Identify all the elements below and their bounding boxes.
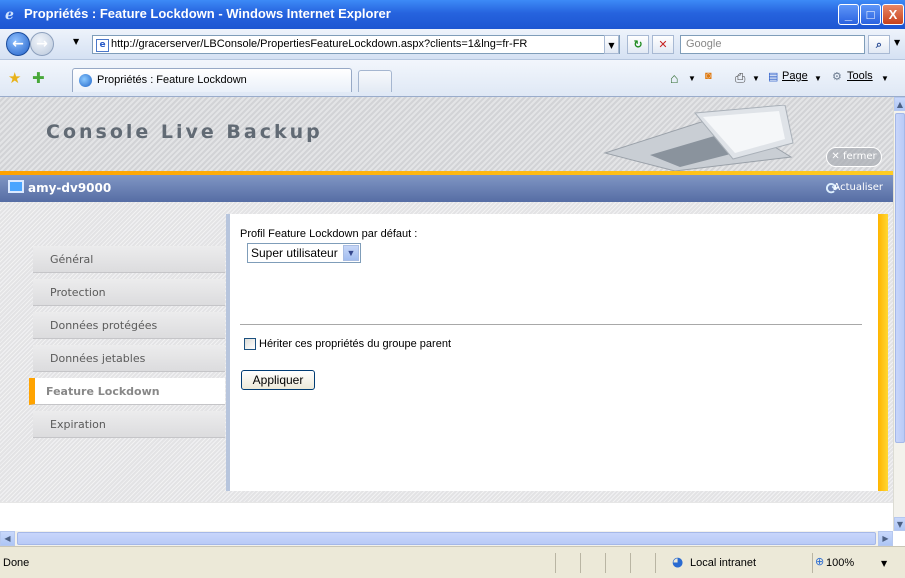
page-menu-icon: ▤	[768, 71, 779, 83]
settings-content: Profil Feature Lockdown par défaut : Sup…	[226, 214, 888, 491]
divider	[240, 324, 862, 325]
zoom-level[interactable]: 100%	[826, 557, 854, 569]
maximize-button[interactable]: □	[860, 4, 881, 25]
close-console-button[interactable]: ✕ fermer	[826, 147, 882, 167]
nav-item-feature-lockdown[interactable]: Feature Lockdown	[29, 378, 225, 405]
intranet-globe-icon: ◕	[672, 555, 684, 570]
feeds-icon[interactable]: ◙	[705, 70, 712, 82]
scroll-right-icon[interactable]: ▶	[878, 531, 893, 546]
scroll-up-icon[interactable]: ▲	[894, 97, 905, 111]
add-favorites-icon[interactable]: ✚	[32, 69, 45, 87]
machine-name: amy-dv9000	[28, 181, 112, 195]
nav-item-protected-data[interactable]: Données protégées	[33, 312, 225, 339]
chevron-down-icon: ▼	[343, 245, 359, 261]
print-dropdown-icon[interactable]: ▼	[752, 74, 760, 83]
content-accent-bar	[878, 214, 888, 491]
chevron-down-icon: ▼	[608, 41, 615, 50]
nav-item-general[interactable]: Général	[33, 246, 225, 273]
stop-button[interactable]: ✕	[652, 35, 674, 54]
nav-item-protection[interactable]: Protection	[33, 279, 225, 306]
vertical-scroll-thumb[interactable]	[895, 113, 905, 443]
profile-label: Profil Feature Lockdown par défaut :	[240, 228, 418, 240]
laptop-illustration	[603, 105, 794, 171]
tab-label: Propriétés : Feature Lockdown	[97, 74, 247, 86]
close-console-label: fermer	[842, 151, 877, 162]
forward-button[interactable]: →	[30, 32, 54, 56]
minimize-button[interactable]: _	[838, 4, 859, 25]
back-arrow-icon: ←	[12, 36, 24, 52]
page-menu[interactable]: Page	[782, 70, 808, 82]
status-separator	[630, 553, 631, 573]
zoom-icon: ⊕	[815, 555, 825, 568]
address-dropdown-button[interactable]: ▼	[604, 35, 619, 54]
machine-header: amy-dv9000 ⟳ Actualiser	[0, 175, 893, 202]
console-banner: Console Live Backup ✕ fermer	[0, 97, 893, 173]
stop-icon: ✕	[658, 38, 668, 51]
page-viewport: Console Live Backup ✕ fermer amy-dv9000 …	[0, 97, 893, 531]
status-separator	[655, 553, 656, 573]
profile-select-value: Super utilisateur	[251, 246, 338, 260]
close-icon: X	[888, 7, 898, 22]
status-bar: Done ◕ Local intranet ⊕ 100% ▼	[0, 546, 905, 578]
address-row: ← → ▼ e http://gracerserver/LBConsole/Pr…	[0, 29, 905, 60]
nav-item-disposable-data[interactable]: Données jetables	[33, 345, 225, 372]
favorites-star-icon[interactable]: ★	[8, 69, 21, 87]
page-dropdown-icon[interactable]: ▼	[814, 74, 822, 83]
new-tab-button[interactable]	[358, 70, 392, 92]
inherit-checkbox[interactable]	[244, 338, 256, 350]
gear-icon: ⚙	[832, 71, 842, 83]
refresh-link[interactable]: Actualiser	[833, 182, 883, 193]
scroll-left-icon[interactable]: ◀	[0, 531, 15, 546]
profile-select[interactable]: Super utilisateur ▼	[247, 243, 361, 263]
scroll-down-icon[interactable]: ▼	[894, 517, 905, 531]
status-text: Done	[3, 557, 30, 569]
nav-item-expiration[interactable]: Expiration	[33, 411, 225, 438]
home-icon[interactable]: ⌂	[670, 70, 678, 86]
print-icon[interactable]: ⎙	[735, 70, 745, 86]
window-title-bar: ℯ Propriétés : Feature Lockdown - Window…	[0, 0, 905, 29]
refresh-button[interactable]: ↻	[627, 35, 649, 54]
tab-feature-lockdown[interactable]: Propriétés : Feature Lockdown	[72, 68, 352, 92]
horizontal-scrollbar[interactable]: ◀ ▶	[0, 531, 893, 546]
tab-row: ★ ✚ Propriétés : Feature Lockdown ⌂ ▼ ◙ …	[0, 60, 905, 97]
horizontal-scroll-thumb[interactable]	[17, 532, 876, 545]
search-button[interactable]: ⌕	[868, 35, 890, 54]
search-icon: ⌕	[875, 38, 883, 51]
window-title: Propriétés : Feature Lockdown - Windows …	[24, 6, 391, 21]
status-separator	[580, 553, 581, 573]
history-dropdown-icon[interactable]: ▼	[73, 37, 79, 46]
refresh-icon: ↻	[633, 38, 643, 51]
status-separator	[605, 553, 606, 573]
maximize-icon: □	[866, 7, 875, 22]
page-icon: e	[96, 39, 109, 52]
computer-icon	[8, 180, 24, 193]
apply-button[interactable]: Appliquer	[241, 370, 315, 390]
tools-menu[interactable]: Tools	[847, 70, 873, 82]
forward-arrow-icon: →	[36, 36, 48, 52]
status-separator	[555, 553, 556, 573]
home-dropdown-icon[interactable]: ▼	[688, 74, 696, 83]
search-input[interactable]: Google	[680, 35, 865, 54]
vertical-scrollbar[interactable]: ▲ ▼	[893, 97, 905, 531]
address-url: http://gracerserver/LBConsole/Properties…	[111, 38, 528, 50]
back-button[interactable]: ←	[6, 32, 30, 56]
zoom-dropdown-icon[interactable]: ▼	[881, 559, 887, 568]
security-zone: Local intranet	[690, 557, 757, 569]
inherit-label: Hériter ces propriétés du groupe parent	[259, 338, 451, 350]
search-options-icon[interactable]: ▼	[894, 38, 900, 47]
status-separator	[812, 553, 813, 573]
address-input[interactable]: e http://gracerserver/LBConsole/Properti…	[92, 35, 620, 54]
close-button[interactable]: X	[882, 4, 904, 25]
tools-dropdown-icon[interactable]: ▼	[881, 74, 889, 83]
page-footer	[0, 502, 893, 531]
close-circle-icon: ✕	[831, 151, 840, 162]
ie-logo-icon: ℯ	[5, 7, 14, 23]
console-title: Console Live Backup	[46, 121, 323, 143]
ie-page-icon	[79, 74, 92, 87]
minimize-icon: _	[844, 7, 853, 22]
